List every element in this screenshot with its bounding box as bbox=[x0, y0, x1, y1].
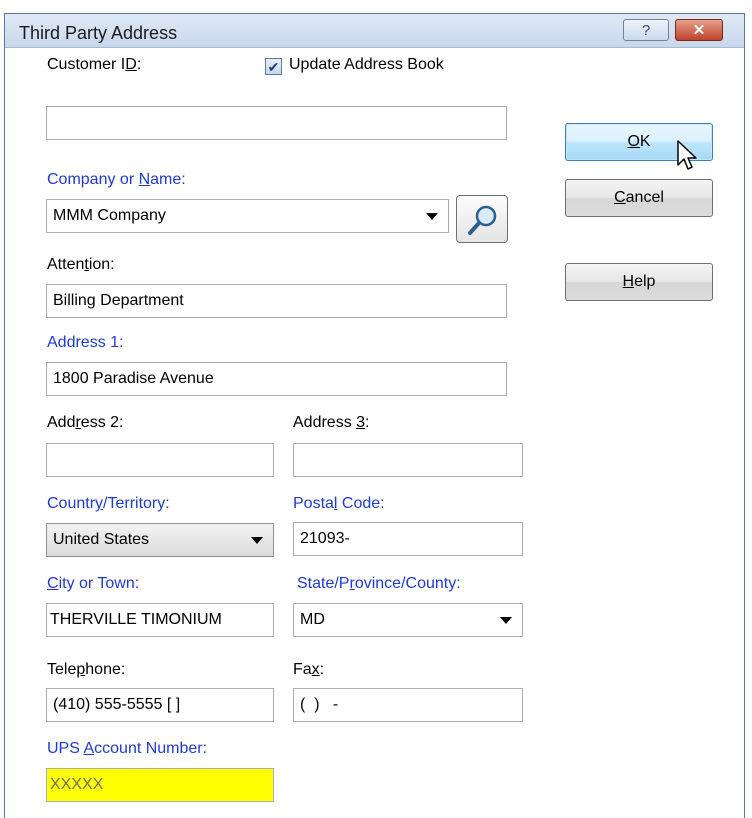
country-value: United States bbox=[53, 531, 150, 548]
third-party-address-dialog: Third Party Address ? ✕ Customer ID: ✔ U… bbox=[4, 13, 745, 818]
attention-label: Attention: bbox=[47, 256, 115, 273]
customer-id-input[interactable] bbox=[46, 106, 507, 140]
search-button[interactable] bbox=[456, 195, 508, 243]
country-label: Country/Territory: bbox=[47, 495, 170, 512]
telephone-input[interactable]: (410) 555-5555 [ ] bbox=[46, 688, 274, 722]
search-icon bbox=[468, 205, 497, 235]
company-name-value: MMM Company bbox=[53, 207, 166, 224]
help-icon: ? bbox=[641, 21, 651, 39]
state-label: State/Province/County: bbox=[297, 575, 461, 592]
mouse-cursor-icon bbox=[677, 140, 697, 170]
close-icon: ✕ bbox=[692, 22, 706, 39]
ups-account-label: UPS Account Number: bbox=[47, 740, 208, 757]
company-name-label: Company or Name: bbox=[47, 171, 186, 188]
dropdown-arrow-icon[interactable] bbox=[500, 617, 512, 624]
dialog-body: Customer ID: ✔ Update Address Book Compa… bbox=[5, 48, 744, 818]
address2-input[interactable] bbox=[46, 443, 274, 477]
telephone-label: Telephone: bbox=[47, 661, 126, 678]
title-bar[interactable]: Third Party Address ? ✕ bbox=[5, 14, 744, 48]
fax-input[interactable]: ( ) - bbox=[293, 688, 523, 722]
close-button[interactable]: ✕ bbox=[675, 19, 723, 41]
state-combobox[interactable]: MD bbox=[293, 603, 523, 637]
fax-label: Fax: bbox=[293, 661, 325, 678]
customer-id-label: Customer ID: bbox=[47, 56, 142, 73]
help-title-button[interactable]: ? bbox=[623, 19, 669, 41]
checkmark-icon: ✔ bbox=[267, 58, 280, 75]
country-select[interactable]: United States bbox=[46, 523, 274, 557]
address1-input[interactable]: 1800 Paradise Avenue bbox=[46, 362, 507, 396]
update-address-book-checkbox[interactable]: ✔ bbox=[265, 58, 282, 75]
address3-input[interactable] bbox=[293, 443, 523, 477]
dialog-title: Third Party Address bbox=[19, 23, 178, 43]
address1-label: Address 1: bbox=[47, 334, 124, 351]
attention-input[interactable]: Billing Department bbox=[46, 284, 507, 318]
update-address-book-label: Update Address Book bbox=[289, 56, 444, 73]
address3-label: Address 3: bbox=[293, 414, 370, 431]
ups-account-input[interactable]: XXXXX bbox=[46, 768, 274, 802]
help-button[interactable]: Help bbox=[565, 263, 713, 301]
city-input[interactable]: THERVILLE TIMONIUM bbox=[46, 603, 274, 637]
address2-label: Address 2: bbox=[47, 414, 124, 431]
cancel-button[interactable]: Cancel bbox=[565, 179, 713, 217]
postal-code-label: Postal Code: bbox=[293, 495, 385, 512]
postal-code-input[interactable]: 21093- bbox=[293, 522, 523, 556]
dropdown-arrow-icon[interactable] bbox=[426, 213, 438, 220]
dropdown-arrow-icon bbox=[251, 537, 263, 544]
company-name-combobox[interactable]: MMM Company bbox=[46, 199, 449, 233]
state-value: MD bbox=[300, 611, 325, 628]
city-label: City or Town: bbox=[47, 575, 140, 592]
